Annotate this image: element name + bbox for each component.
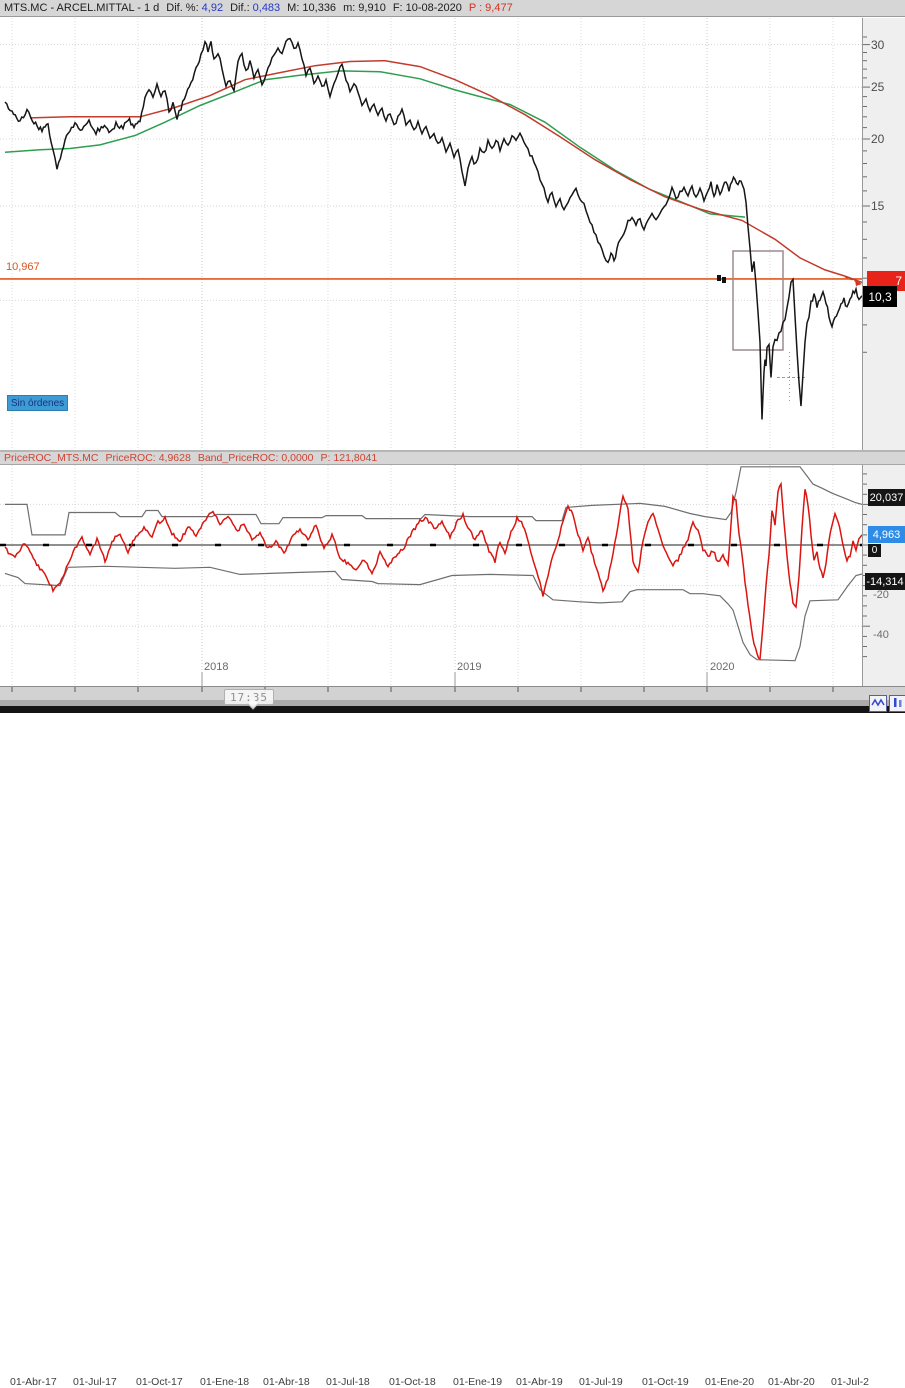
dif-pct-value: 4,92	[201, 2, 224, 14]
close-field: P : 9,477	[468, 2, 513, 14]
roc-p-field: P: 121,8041	[320, 452, 378, 464]
bottom-toolbar-wave-button[interactable]	[869, 695, 887, 712]
x-axis-label: 01-Jul-17	[73, 1376, 117, 1388]
max-value: 10,336	[302, 2, 337, 14]
x-axis-label: 01-Abr-19	[516, 1376, 563, 1388]
instrument-title: MTS.MC - ARCEL.MITTAL - 1 d	[4, 2, 160, 14]
dif-pct-field: Dif. %: 4,92	[166, 2, 224, 14]
x-axis-label: 01-Abr-18	[263, 1376, 310, 1388]
dif-field: Dif.: 0,483	[230, 2, 281, 14]
dif-value: 0,483	[252, 2, 281, 14]
close-value: 9,477	[485, 2, 513, 14]
x-axis-label: 01-Oct-18	[389, 1376, 436, 1388]
x-axis-label: 01-Abr-20	[768, 1376, 815, 1388]
bars-icon	[892, 696, 905, 711]
price-tick-label: 25	[871, 80, 885, 94]
last-price-box: 10,3	[863, 286, 897, 307]
clock-overlay: 17:35	[224, 689, 274, 705]
x-axis-label: 01-Ene-18	[200, 1376, 250, 1388]
x-axis-label: 01-Oct-19	[642, 1376, 689, 1388]
roc-value-field: PriceROC: 4,9628	[105, 452, 191, 464]
price-chart-area[interactable]	[0, 18, 862, 450]
max-field: M: 10,336	[287, 2, 337, 14]
date-value: 10-08-2020	[405, 2, 462, 14]
x-axis-label: 01-Ene-20	[705, 1376, 755, 1388]
price-tick-label: 20	[871, 132, 885, 146]
bottom-toolbar-bars-button[interactable]	[889, 695, 905, 712]
wave-icon	[871, 696, 885, 711]
x-axis-label: 01-Ene-19	[453, 1376, 503, 1388]
date-field: F: 10-08-2020	[392, 2, 462, 14]
bottom-edge-bar	[0, 706, 905, 713]
min-value: 9,910	[358, 2, 386, 14]
band-upper-value-box: 20,037	[868, 489, 905, 506]
price-tick-label: 15	[871, 199, 885, 213]
roc-panel-title-bar: PriceROC_MTS.MC PriceROC: 4,9628 Band_Pr…	[0, 452, 905, 465]
roc-value-box: 4,963	[868, 526, 905, 543]
x-axis-label: 01-Abr-17	[10, 1376, 57, 1388]
band-value-field: Band_PriceROC: 0,0000	[197, 452, 314, 464]
band-lower-value-box: -14,314	[865, 573, 905, 590]
x-axis-label: 01-Oct-17	[136, 1376, 183, 1388]
roc-tick-label: -40	[873, 629, 889, 641]
indicator-name: PriceROC_MTS.MC	[4, 452, 99, 464]
trading-app-window: { "window": { "title": "MTS.MC - ARCEL.M…	[0, 0, 905, 1388]
x-axis-label: 01-Jul-19	[579, 1376, 623, 1388]
x-axis-label: 01-Jul-2	[831, 1376, 869, 1388]
price-tick-label: 30	[871, 38, 885, 52]
price-panel-title-bar: MTS.MC - ARCEL.MITTAL - 1 d Dif. %: 4,92…	[0, 0, 905, 17]
roc-tick-label: -20	[873, 589, 889, 601]
zero-value-box: 0	[868, 544, 881, 557]
x-axis-label: 01-Jul-18	[326, 1376, 370, 1388]
min-field: m: 9,910	[343, 2, 386, 14]
roc-chart-area[interactable]	[0, 465, 862, 685]
